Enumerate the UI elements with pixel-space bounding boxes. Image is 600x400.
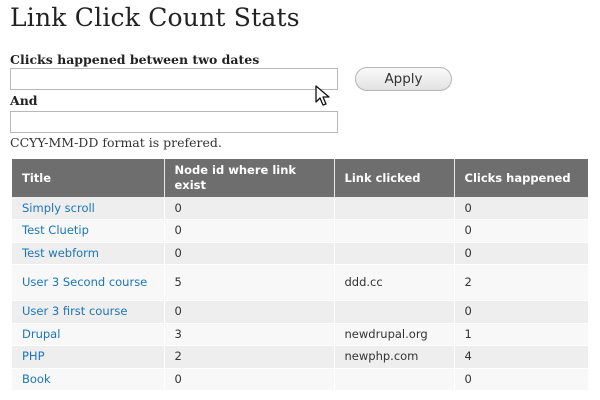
header-title[interactable]: Title	[12, 159, 165, 197]
row-clicks: 4	[454, 345, 588, 369]
row-title-link[interactable]: User 3 Second course	[22, 275, 147, 289]
row-title-link[interactable]: User 3 first course	[22, 304, 127, 318]
page-title: Link Click Count Stats	[10, 3, 300, 32]
row-clicks: 1	[454, 323, 588, 346]
table-row: Drupal 3 newdrupal.org 1	[12, 323, 588, 346]
row-link-clicked	[334, 300, 455, 324]
header-node-id[interactable]: Node id where link exist	[164, 159, 335, 197]
row-title-link[interactable]: Test Cluetip	[22, 223, 89, 237]
date-format-help: CCYY-MM-DD format is prefered.	[10, 135, 222, 150]
row-node-id: 3	[164, 323, 335, 346]
table-row: Test Cluetip 0 0	[12, 219, 588, 243]
row-node-id: 2	[164, 345, 335, 369]
row-clicks: 2	[454, 264, 588, 301]
table-row: User 3 first course 0 0	[12, 300, 588, 324]
row-clicks: 0	[454, 197, 588, 220]
row-title-link[interactable]: PHP	[22, 349, 45, 363]
row-title-link[interactable]: Book	[22, 372, 51, 386]
row-node-id: 0	[164, 197, 335, 220]
row-link-clicked	[334, 197, 455, 220]
header-clicks-happened[interactable]: Clicks happened	[454, 159, 588, 197]
click-stats-table: Title Node id where link exist Link clic…	[12, 159, 588, 391]
row-node-id: 5	[164, 264, 335, 301]
row-link-clicked: ddd.cc	[334, 264, 455, 301]
row-title-link[interactable]: Test webform	[22, 246, 99, 260]
table-header-row: Title Node id where link exist Link clic…	[12, 159, 588, 197]
row-title-cell: Test webform	[12, 242, 165, 265]
table-row: User 3 Second course 5 ddd.cc 2	[12, 264, 588, 301]
table-row: Book 0 0	[12, 368, 588, 391]
row-link-clicked	[334, 242, 455, 265]
row-clicks: 0	[454, 300, 588, 324]
header-link-clicked[interactable]: Link clicked	[334, 159, 455, 197]
row-title-cell: Drupal	[12, 323, 165, 346]
table-row: PHP 2 newphp.com 4	[12, 345, 588, 369]
row-node-id: 0	[164, 300, 335, 324]
row-link-clicked	[334, 219, 455, 243]
start-date-label: Clicks happened between two dates	[10, 52, 260, 67]
end-date-input[interactable]	[10, 111, 338, 133]
row-title-cell: User 3 first course	[12, 300, 165, 324]
apply-button[interactable]: Apply	[355, 67, 452, 91]
row-node-id: 0	[164, 368, 335, 391]
table-row: Test webform 0 0	[12, 242, 588, 265]
row-clicks: 0	[454, 242, 588, 265]
mouse-pointer-icon	[315, 85, 330, 106]
row-title-cell: PHP	[12, 345, 165, 369]
row-link-clicked	[334, 368, 455, 391]
row-title-cell: Simply scroll	[12, 197, 165, 220]
row-title-cell: Book	[12, 368, 165, 391]
row-title-cell: User 3 Second course	[12, 264, 165, 301]
table-row: Simply scroll 0 0	[12, 197, 588, 220]
row-clicks: 0	[454, 219, 588, 243]
row-link-clicked: newdrupal.org	[334, 323, 455, 346]
row-clicks: 0	[454, 368, 588, 391]
row-title-link[interactable]: Simply scroll	[22, 201, 95, 215]
row-title-cell: Test Cluetip	[12, 219, 165, 243]
row-title-link[interactable]: Drupal	[22, 327, 60, 341]
start-date-input[interactable]	[10, 68, 338, 90]
row-node-id: 0	[164, 242, 335, 265]
end-date-label: And	[10, 93, 38, 108]
row-link-clicked: newphp.com	[334, 345, 455, 369]
row-node-id: 0	[164, 219, 335, 243]
